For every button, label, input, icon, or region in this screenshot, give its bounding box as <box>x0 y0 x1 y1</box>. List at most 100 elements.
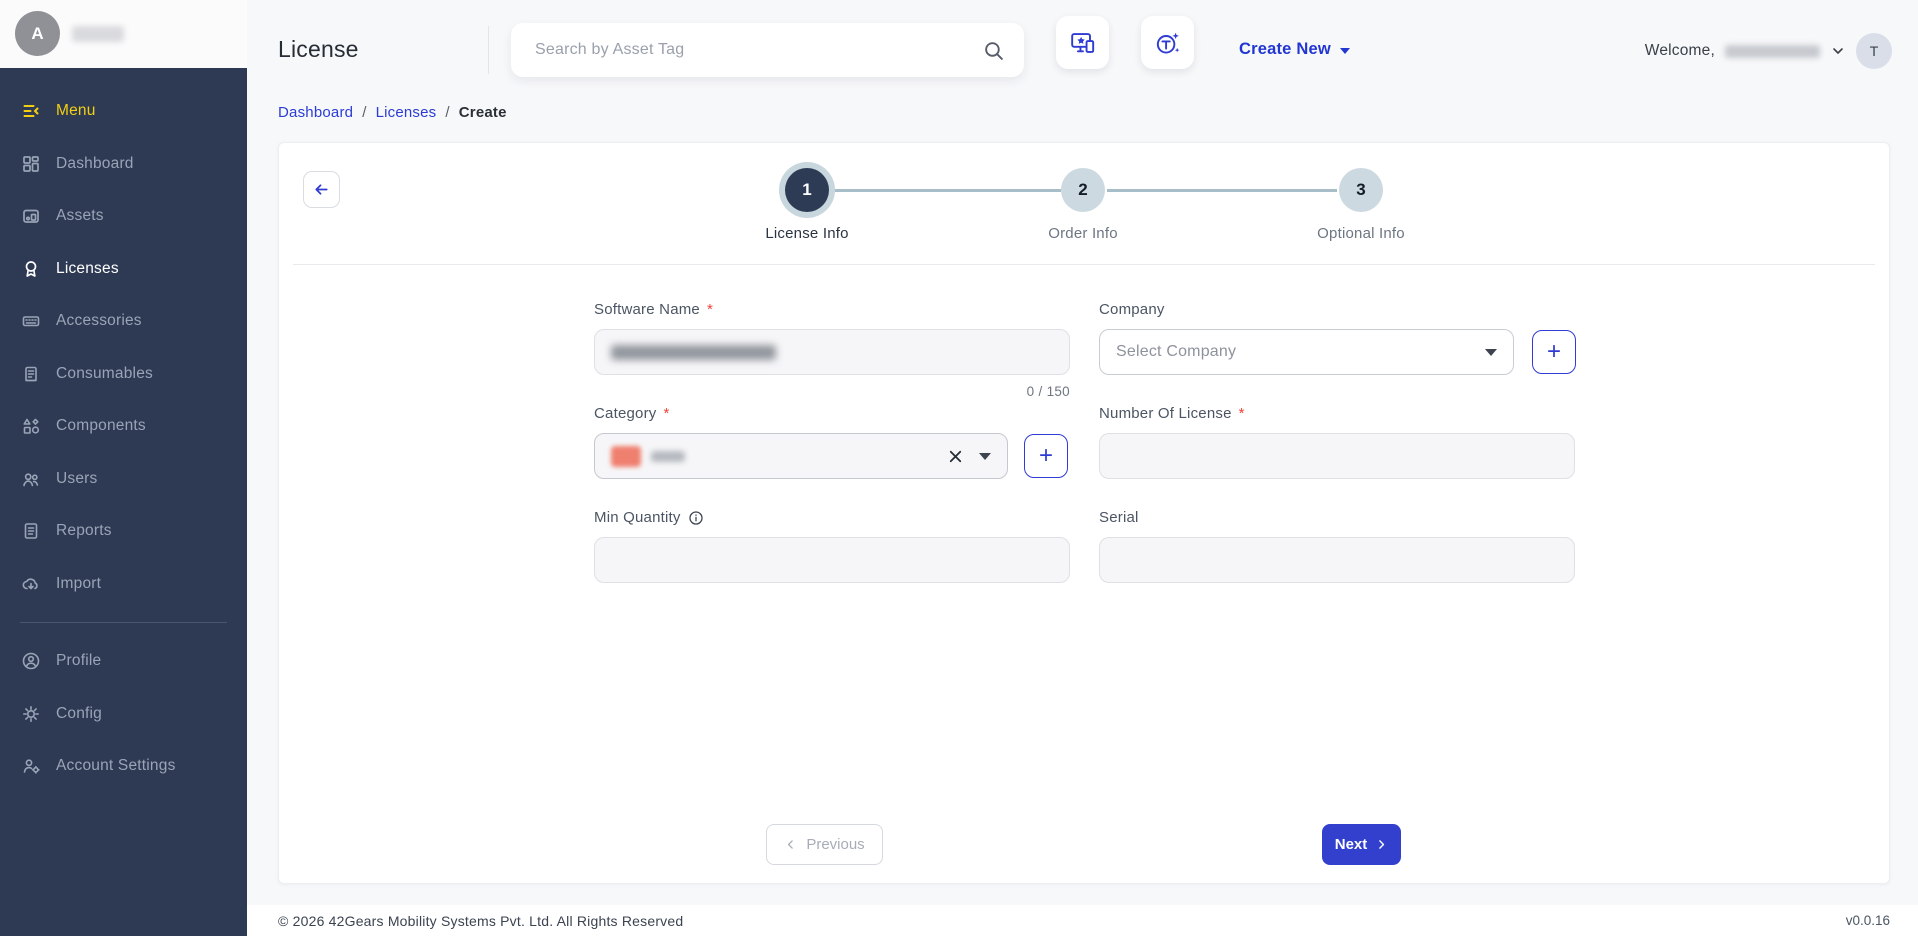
sidebar-item-dashboard[interactable]: Dashboard <box>0 138 247 191</box>
step-3-label: Optional Info <box>1317 225 1405 242</box>
version-label: v0.0.16 <box>1845 913 1890 928</box>
sidebar-item-users[interactable]: Users <box>0 453 247 506</box>
breadcrumb-separator: / <box>362 104 367 121</box>
search-icon[interactable] <box>983 40 1004 61</box>
plus-icon: + <box>1038 442 1053 469</box>
breadcrumb-current: Create <box>458 104 507 121</box>
breadcrumb-separator: / <box>445 104 450 121</box>
tag-generator-button[interactable] <box>1141 16 1194 69</box>
category-label: Category * <box>594 405 670 422</box>
chevron-down-icon <box>979 452 991 460</box>
number-of-license-label: Number Of License * <box>1099 405 1245 422</box>
sidebar-item-config[interactable]: Config <box>0 688 247 741</box>
consumables-icon <box>21 364 41 384</box>
reports-icon <box>21 521 41 541</box>
number-of-license-input[interactable] <box>1099 433 1575 479</box>
asset-device-button[interactable] <box>1056 16 1109 69</box>
required-marker: * <box>663 405 670 422</box>
required-marker: * <box>706 301 714 318</box>
stepper-connector <box>831 189 1061 192</box>
category-chip-label-redacted <box>651 450 685 462</box>
previous-button-label: Previous <box>806 836 865 853</box>
welcome-label: Welcome, <box>1644 42 1715 59</box>
company-select[interactable]: Select Company <box>1099 329 1514 375</box>
sidebar-item-assets[interactable]: Assets <box>0 190 247 243</box>
account-settings-icon <box>21 756 41 776</box>
software-name-value-redacted <box>611 344 776 360</box>
license-create-card: 1 2 3 License Info Order Info Optional I… <box>278 142 1890 884</box>
page-title: License <box>278 36 359 62</box>
username-redacted <box>1725 44 1820 58</box>
sidebar-item-account-settings[interactable]: Account Settings <box>0 740 247 793</box>
min-quantity-label: Min Quantity <box>594 509 704 526</box>
sidebar-item-menu[interactable]: Menu <box>0 85 247 138</box>
sidebar-item-accessories[interactable]: Accessories <box>0 295 247 348</box>
step-2-indicator[interactable]: 2 <box>1061 168 1105 212</box>
company-select-placeholder: Select Company <box>1116 343 1237 360</box>
import-cloud-icon <box>21 574 41 594</box>
sidebar-item-import[interactable]: Import <box>0 558 247 611</box>
create-new-label: Create New <box>1239 40 1331 58</box>
footer: © 2026 42Gears Mobility Systems Pvt. Ltd… <box>247 905 1918 936</box>
step-1-indicator[interactable]: 1 <box>785 168 829 212</box>
licenses-icon <box>21 259 41 279</box>
chevron-down-icon <box>1339 47 1350 54</box>
software-name-field[interactable] <box>594 329 1070 375</box>
components-icon <box>21 416 41 436</box>
arrow-left-icon <box>312 180 331 199</box>
workspace-avatar[interactable]: A <box>15 11 60 56</box>
assets-icon <box>21 206 41 226</box>
workspace-name-redacted <box>72 26 124 42</box>
previous-button[interactable]: Previous <box>766 824 883 865</box>
breadcrumb: Dashboard / Licenses / Create <box>278 104 507 121</box>
character-counter: 0 / 150 <box>1026 384 1070 399</box>
clear-icon[interactable] <box>946 447 965 466</box>
breadcrumb-licenses-link[interactable]: Licenses <box>376 104 437 121</box>
user-menu[interactable]: Welcome, T <box>1645 33 1892 69</box>
next-button-label: Next <box>1334 836 1368 853</box>
stepper-connector <box>1107 189 1337 192</box>
info-icon[interactable] <box>688 510 704 526</box>
breadcrumb-dashboard-link[interactable]: Dashboard <box>278 104 353 121</box>
next-button[interactable]: Next <box>1322 824 1401 865</box>
software-name-label: Software Name * <box>594 301 714 318</box>
main-area: License Create New Welcome, <box>247 0 1918 936</box>
copyright-text: © 2026 42Gears Mobility Systems Pvt. Ltd… <box>278 912 684 929</box>
users-icon <box>21 469 41 489</box>
category-select[interactable] <box>594 433 1008 479</box>
user-avatar[interactable]: T <box>1856 33 1892 69</box>
dashboard-icon <box>21 154 41 174</box>
min-quantity-input[interactable] <box>594 537 1070 583</box>
device-star-icon <box>1069 29 1097 57</box>
chevron-down-icon[interactable] <box>1830 43 1846 59</box>
sidebar-item-components[interactable]: Components <box>0 400 247 453</box>
sidebar-item-licenses[interactable]: Licenses <box>0 243 247 296</box>
profile-icon <box>21 651 41 671</box>
sidebar-item-consumables[interactable]: Consumables <box>0 348 247 401</box>
chevron-left-icon <box>784 838 797 851</box>
config-gear-icon <box>21 704 41 724</box>
back-button[interactable] <box>303 171 340 208</box>
sidebar-item-profile[interactable]: Profile <box>0 635 247 688</box>
app-window: A Menu Dashboard Assets Licenses Accesso… <box>0 0 1918 936</box>
step-1-label: License Info <box>765 225 849 242</box>
step-3-indicator[interactable]: 3 <box>1339 168 1383 212</box>
serial-label: Serial <box>1099 509 1139 526</box>
sidebar-workspace-header[interactable]: A <box>0 0 247 68</box>
serial-input[interactable] <box>1099 537 1575 583</box>
sidebar-divider <box>20 622 227 623</box>
create-new-dropdown[interactable]: Create New <box>1239 40 1350 59</box>
search-input[interactable] <box>535 41 983 59</box>
title-divider <box>488 26 489 74</box>
sidebar-item-reports[interactable]: Reports <box>0 505 247 558</box>
category-chip-redacted <box>611 445 641 467</box>
add-company-button[interactable]: + <box>1532 330 1576 374</box>
company-label: Company <box>1099 301 1165 318</box>
search-box <box>511 23 1024 77</box>
sidebar-nav: Menu Dashboard Assets Licenses Accessori… <box>0 68 247 936</box>
sidebar: A Menu Dashboard Assets Licenses Accesso… <box>0 0 247 936</box>
plus-icon: + <box>1546 338 1561 365</box>
menu-collapse-icon <box>21 101 41 121</box>
add-category-button[interactable]: + <box>1024 434 1068 478</box>
chevron-right-icon <box>1375 838 1388 851</box>
